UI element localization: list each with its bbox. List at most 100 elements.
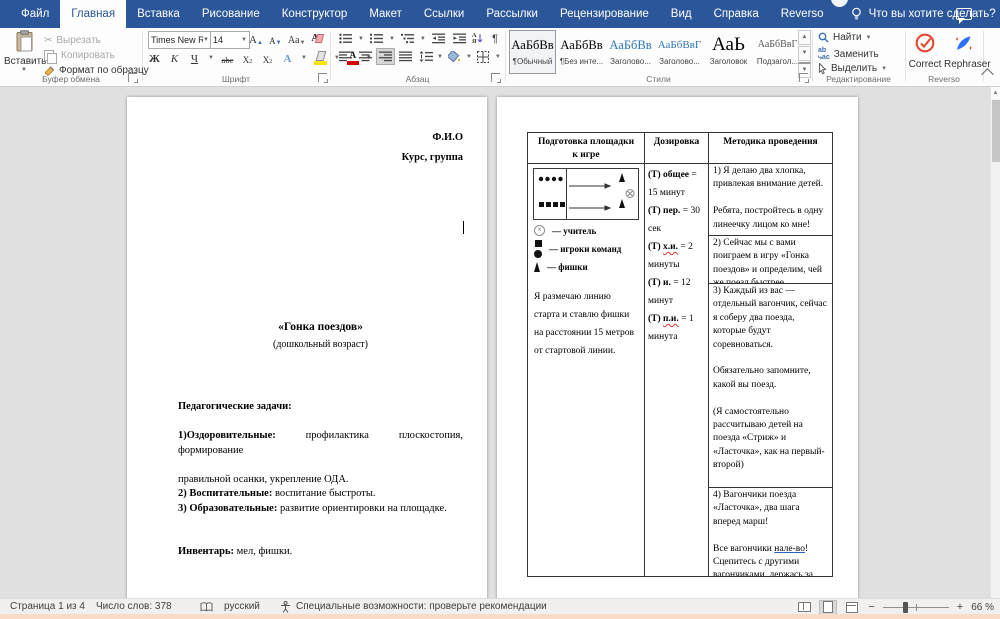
numbering-caret[interactable]: ▼ xyxy=(389,36,395,42)
zoom-out-button[interactable]: − xyxy=(868,602,874,613)
preparation-text: Я размечаю линию старта и ставлю фишки н… xyxy=(534,288,639,360)
replace-button[interactable]: ab⤷ac Заменить xyxy=(818,47,879,61)
multilevel-list-button[interactable] xyxy=(399,31,416,46)
font-size-select[interactable]: 14▼ xyxy=(210,31,250,49)
editing-group: Найти▼ ab⤷ac Заменить Выделить▼ Редактир… xyxy=(812,28,905,86)
ribbon-tab-layout[interactable]: Макет xyxy=(358,0,413,28)
bullets-button[interactable] xyxy=(337,31,354,46)
clear-formatting-button[interactable]: А xyxy=(311,33,318,44)
underline-button[interactable]: Ч xyxy=(188,50,201,65)
style-card-5[interactable]: АаБбВвГПодзагол... xyxy=(754,30,801,74)
styles-dialog-launcher[interactable] xyxy=(799,73,808,82)
ribbon-tab-file[interactable]: Файл xyxy=(10,0,60,28)
font-name-select[interactable]: Times New Roi▼ xyxy=(148,31,212,49)
paragraph-dialog-launcher[interactable] xyxy=(491,73,500,82)
print-layout-button[interactable] xyxy=(820,601,836,614)
method-line: Обязательно запомните, какой вы поезд. xyxy=(713,365,828,392)
shading-button[interactable] xyxy=(446,49,463,64)
borders-caret[interactable]: ▼ xyxy=(495,54,501,60)
comment-icon[interactable] xyxy=(956,8,972,20)
zoom-in-button[interactable]: + xyxy=(957,602,963,613)
sort-button[interactable]: АЯ xyxy=(472,33,483,45)
page-indicator[interactable]: Страница 1 из 4 xyxy=(10,601,85,612)
justify-button[interactable] xyxy=(397,49,414,64)
ribbon-tab-home[interactable]: Главная xyxy=(60,0,126,28)
line-spacing-caret[interactable]: ▼ xyxy=(437,54,443,60)
cut-button[interactable]: ✂ Вырезать xyxy=(44,33,101,47)
numbering-button[interactable] xyxy=(368,31,385,46)
underline-caret[interactable]: ▼ xyxy=(208,55,214,61)
ribbon-tab-view[interactable]: Вид xyxy=(660,0,703,28)
text-effects-button[interactable]: А xyxy=(281,50,294,65)
subscript-button[interactable]: X2 xyxy=(241,50,254,65)
zoom-slider-thumb[interactable] xyxy=(903,602,908,613)
ribbon-tab-draw[interactable]: Рисование xyxy=(191,0,271,28)
style-card-3[interactable]: АаБбВвГЗаголово... xyxy=(656,30,703,74)
font-dialog-launcher[interactable] xyxy=(318,73,327,82)
change-case-button[interactable]: Аа▼ xyxy=(288,31,305,46)
bold-button[interactable]: Ж xyxy=(148,50,161,65)
scroll-up-arrow[interactable]: ▲ xyxy=(991,87,1000,99)
select-button[interactable]: Выделить▼ xyxy=(818,63,887,74)
accessibility-status[interactable]: Специальные возможности: проверьте реком… xyxy=(296,601,547,612)
decrease-indent-button[interactable] xyxy=(430,31,447,46)
copy-button[interactable]: Копировать xyxy=(44,48,115,62)
highlight-button[interactable] xyxy=(314,51,327,65)
ribbon-tab-mailings[interactable]: Рассылки xyxy=(475,0,549,28)
style-card-1[interactable]: АаБбВв¶Без инте... xyxy=(558,30,605,74)
inventory-line: Инвентарь: мел, фишки. xyxy=(178,545,463,560)
increase-indent-button[interactable] xyxy=(451,31,468,46)
line-spacing-button[interactable] xyxy=(417,49,434,64)
ribbon-tab-review[interactable]: Рецензирование xyxy=(549,0,660,28)
align-right-button[interactable] xyxy=(377,49,394,64)
tell-me-box[interactable]: Что вы хотите сделать? xyxy=(851,0,996,28)
correct-button[interactable]: Correct xyxy=(906,32,944,70)
method-line xyxy=(713,192,828,205)
header-name-block: Ф.И.О Курс, группа xyxy=(402,128,463,168)
find-button[interactable]: Найти▼ xyxy=(818,32,872,43)
gallery-scroll-up-button[interactable]: ▲ xyxy=(798,30,811,45)
style-card-0[interactable]: АаБбВв¶Обычный xyxy=(509,30,556,74)
rephraser-button[interactable]: Rephraser xyxy=(944,32,982,70)
shading-caret[interactable]: ▼ xyxy=(466,54,472,60)
ribbon-tab-help[interactable]: Справка xyxy=(703,0,770,28)
document-page-1[interactable]: Ф.И.О Курс, группа «Гонка поездов» (дошк… xyxy=(127,97,487,602)
method-line: 4) Вагончики поезда «Ласточка», два шага… xyxy=(713,489,828,529)
ribbon-tab-references[interactable]: Ссылки xyxy=(413,0,476,28)
style-sample: АаЬ xyxy=(706,31,751,57)
style-card-4[interactable]: АаЬЗаголовок xyxy=(705,30,752,74)
scrollbar-thumb[interactable] xyxy=(992,100,1000,162)
legend-item-players: — игроки команд xyxy=(534,240,621,258)
text-effects-caret[interactable]: ▼ xyxy=(301,55,307,61)
word-count[interactable]: Число слов: 378 xyxy=(96,601,172,612)
paste-dropdown-caret[interactable]: ▼ xyxy=(4,67,44,73)
multilevel-caret[interactable]: ▼ xyxy=(420,36,426,42)
language-indicator[interactable]: русский xyxy=(224,601,260,612)
zoom-level[interactable]: 66 % xyxy=(971,602,994,613)
ribbon-tab-design[interactable]: Конструктор xyxy=(271,0,359,28)
italic-button[interactable]: К xyxy=(168,50,181,65)
borders-button[interactable] xyxy=(475,49,492,64)
gallery-scroll-down-button[interactable]: ▼ xyxy=(798,46,811,61)
clipboard-dialog-launcher[interactable] xyxy=(128,73,137,82)
read-mode-button[interactable] xyxy=(796,601,812,614)
ribbon-tab-insert[interactable]: Вставка xyxy=(126,0,191,28)
ribbon-tab-reverso[interactable]: Reverso xyxy=(770,0,835,28)
document-title: «Гонка поездов» xyxy=(178,321,463,333)
align-left-button[interactable] xyxy=(337,49,354,64)
web-layout-button[interactable] xyxy=(844,601,860,614)
align-center-button[interactable] xyxy=(357,49,374,64)
vertical-scrollbar[interactable]: ▲ xyxy=(990,87,1000,598)
task-line: 2) Воспитательные: воспитание быстроты. xyxy=(178,487,463,502)
table-cell-method: 1) Я делаю два хлопка, привлекая внимани… xyxy=(709,164,832,576)
superscript-button[interactable]: X2 xyxy=(261,50,274,65)
zoom-slider[interactable] xyxy=(883,602,949,613)
strikethrough-button[interactable]: abc xyxy=(221,50,234,65)
show-marks-button[interactable]: ¶ xyxy=(487,31,504,46)
paste-button[interactable]: Вставить ▼ xyxy=(4,30,44,80)
style-card-2[interactable]: АаБбВвЗаголово... xyxy=(607,30,654,74)
document-page-2[interactable]: Подготовка площадки к игре Дозировка Мет… xyxy=(497,97,858,602)
bullets-caret[interactable]: ▼ xyxy=(358,36,364,42)
shrink-font-button[interactable]: А▼ xyxy=(269,31,282,46)
grow-font-button[interactable]: А▲ xyxy=(249,31,263,46)
